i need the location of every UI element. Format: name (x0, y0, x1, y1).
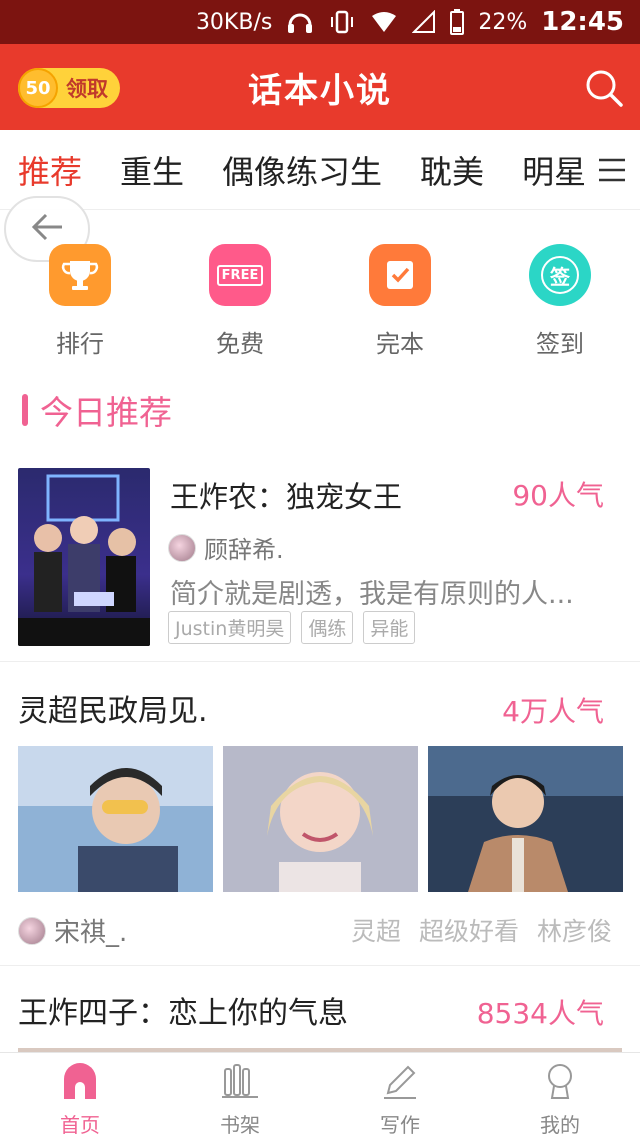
tab-idol-trainee[interactable]: 偶像练习生 (222, 147, 382, 193)
tag[interactable]: 超级好看 (419, 912, 519, 948)
bookshelf-icon (220, 1061, 260, 1105)
arrow-left-icon (30, 212, 64, 246)
free-sign-text: FREE (216, 264, 264, 286)
nav-bookshelf[interactable]: 书架 (160, 1053, 320, 1138)
checkin-icon: 签 (529, 244, 591, 306)
entry-checkin-label: 签到 (536, 330, 584, 358)
tab-recommend[interactable]: 推荐 (18, 147, 82, 193)
check-doc-icon (369, 244, 431, 306)
entry-free[interactable]: FREE 免费 (160, 244, 320, 364)
avatar (18, 916, 46, 945)
entry-checkin[interactable]: 签 签到 (480, 244, 640, 364)
avatar (168, 533, 196, 562)
author-name: 宋祺_. (54, 918, 128, 948)
post-photo[interactable] (18, 746, 213, 892)
tag[interactable]: 偶练 (301, 611, 354, 644)
tab-danmei[interactable]: 耽美 (420, 147, 484, 193)
section-header: 今日推荐 (22, 388, 172, 432)
wifi-icon (370, 10, 398, 34)
post-popularity: 4万人气 (502, 695, 604, 728)
tab-rebirth[interactable]: 重生 (120, 147, 184, 193)
free-sign-icon: FREE (209, 244, 271, 306)
section-accent-bar (22, 394, 28, 426)
post-photo[interactable] (428, 746, 623, 892)
post-card[interactable]: 灵超民政局见. 4万人气 宋祺_. 灵超 超级好看 林彦俊 (0, 664, 640, 966)
book-popularity: 90人气 (512, 479, 604, 512)
coin-icon: 50 (18, 68, 58, 108)
book-author[interactable]: 顾辞希. (168, 530, 284, 565)
checkin-icon-text: 签 (541, 256, 579, 294)
headset-icon (286, 9, 314, 35)
book-card[interactable]: 王炸农：独宠女王 90人气 顾辞希. 简介就是剧透，我是有原则的人... Jus… (0, 468, 640, 662)
app-header: 50 领取 话本小说 (0, 44, 640, 130)
book-tags: Justin黄明昊 偶练 异能 (168, 611, 425, 644)
book-title: 王炸农：独宠女王 (170, 480, 403, 514)
post-title: 王炸四子：恋上你的气息 (18, 996, 348, 1031)
entry-free-label: 免费 (216, 330, 264, 358)
section-title: 今日推荐 (40, 393, 172, 432)
battery-icon (450, 9, 465, 35)
post-photo[interactable] (223, 746, 418, 892)
vibrate-icon (328, 9, 356, 35)
tag[interactable]: 灵超 (351, 912, 401, 948)
post-photos (18, 746, 633, 892)
battery-percent: 22% (478, 9, 528, 35)
book-cover-image (18, 468, 150, 646)
signal-icon (412, 10, 436, 34)
nav-bookshelf-label: 书架 (220, 1113, 260, 1137)
home-icon (60, 1061, 100, 1105)
post-popularity: 8534人气 (476, 997, 604, 1030)
post-tags: 灵超 超级好看 林彦俊 (333, 912, 612, 948)
nav-write-label: 写作 (380, 1113, 420, 1137)
clock: 12:45 (541, 7, 624, 37)
book-description: 简介就是剧透，我是有原则的人... (170, 579, 574, 610)
bottom-nav: 首页 书架 写作 我的 (0, 1052, 640, 1138)
post-author[interactable]: 宋祺_. (18, 912, 127, 949)
nav-home-label: 首页 (60, 1113, 100, 1137)
trophy-icon (49, 244, 111, 306)
menu-icon[interactable] (584, 130, 640, 209)
pen-icon (380, 1061, 420, 1105)
tag[interactable]: 林彦俊 (537, 912, 612, 948)
post-title: 灵超民政局见. (18, 694, 208, 729)
profile-icon (540, 1061, 580, 1105)
next-post-card[interactable]: 王炸四子：恋上你的气息 8534人气 (0, 966, 640, 1056)
nav-write[interactable]: 写作 (320, 1053, 480, 1138)
entry-completed[interactable]: 完本 (320, 244, 480, 364)
entry-ranking-label: 排行 (56, 330, 104, 358)
nav-profile[interactable]: 我的 (480, 1053, 640, 1138)
category-tabs: 推荐 重生 偶像练习生 耽美 明星| (0, 130, 640, 210)
app-title: 话本小说 (248, 70, 392, 111)
search-icon[interactable] (582, 66, 626, 110)
claim-label: 领取 (66, 77, 108, 101)
entry-completed-label: 完本 (376, 330, 424, 358)
quick-entries: 排行 FREE 免费 完本 签 签到 (0, 244, 640, 364)
tag[interactable]: 异能 (363, 611, 416, 644)
author-name: 顾辞希. (204, 536, 284, 564)
nav-home[interactable]: 首页 (0, 1053, 160, 1138)
nav-profile-label: 我的 (540, 1113, 580, 1137)
status-bar: 30KB/s 22% 12:45 (0, 0, 640, 44)
entry-ranking[interactable]: 排行 (0, 244, 160, 364)
reward-claim-button[interactable]: 50 领取 (18, 68, 120, 108)
tag[interactable]: Justin黄明昊 (168, 611, 292, 644)
network-speed: 30KB/s (195, 9, 273, 35)
